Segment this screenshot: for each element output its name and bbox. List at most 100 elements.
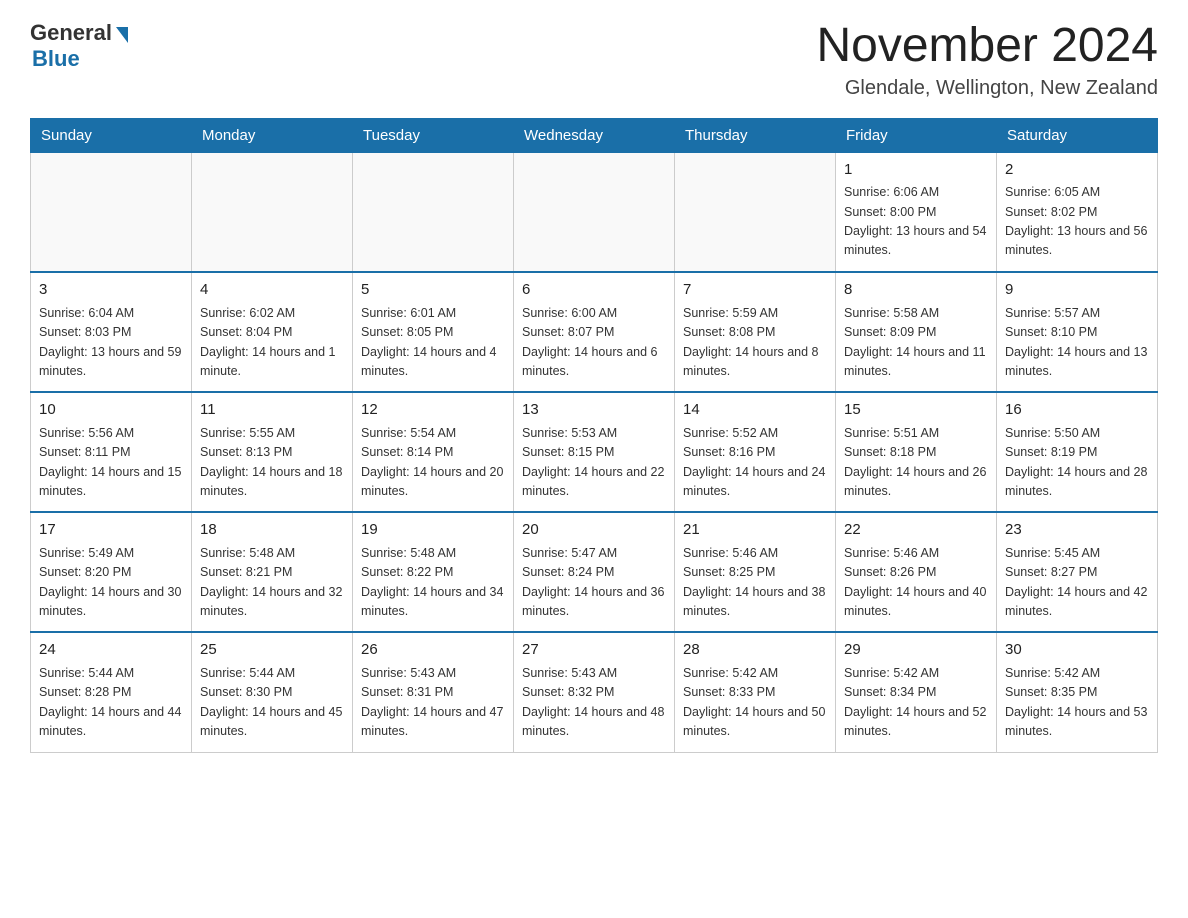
calendar-cell: 7Sunrise: 5:59 AMSunset: 8:08 PMDaylight… [675,272,836,392]
day-info: Sunrise: 5:54 AMSunset: 8:14 PMDaylight:… [361,424,505,502]
day-info: Sunrise: 5:46 AMSunset: 8:26 PMDaylight:… [844,544,988,622]
day-info: Sunrise: 5:50 AMSunset: 8:19 PMDaylight:… [1005,424,1149,502]
day-number: 7 [683,279,827,302]
day-info: Sunrise: 6:06 AMSunset: 8:00 PMDaylight:… [844,183,988,261]
calendar-cell: 5Sunrise: 6:01 AMSunset: 8:05 PMDaylight… [353,272,514,392]
logo: General Blue [30,20,128,72]
calendar-cell: 23Sunrise: 5:45 AMSunset: 8:27 PMDayligh… [997,512,1158,632]
calendar-header-wednesday: Wednesday [514,118,675,152]
day-info: Sunrise: 5:43 AMSunset: 8:31 PMDaylight:… [361,664,505,742]
day-info: Sunrise: 5:43 AMSunset: 8:32 PMDaylight:… [522,664,666,742]
day-number: 26 [361,639,505,662]
day-info: Sunrise: 5:53 AMSunset: 8:15 PMDaylight:… [522,424,666,502]
calendar-cell: 15Sunrise: 5:51 AMSunset: 8:18 PMDayligh… [836,392,997,512]
day-info: Sunrise: 5:44 AMSunset: 8:30 PMDaylight:… [200,664,344,742]
day-info: Sunrise: 6:05 AMSunset: 8:02 PMDaylight:… [1005,183,1149,261]
day-info: Sunrise: 6:04 AMSunset: 8:03 PMDaylight:… [39,304,183,382]
month-title: November 2024 [816,20,1158,73]
calendar-cell: 13Sunrise: 5:53 AMSunset: 8:15 PMDayligh… [514,392,675,512]
calendar-cell: 29Sunrise: 5:42 AMSunset: 8:34 PMDayligh… [836,632,997,752]
calendar-header-monday: Monday [192,118,353,152]
calendar-cell [353,152,514,272]
calendar-cell: 17Sunrise: 5:49 AMSunset: 8:20 PMDayligh… [31,512,192,632]
day-number: 14 [683,399,827,422]
calendar-table: SundayMondayTuesdayWednesdayThursdayFrid… [30,118,1158,753]
calendar-cell: 14Sunrise: 5:52 AMSunset: 8:16 PMDayligh… [675,392,836,512]
calendar-week-row: 24Sunrise: 5:44 AMSunset: 8:28 PMDayligh… [31,632,1158,752]
day-number: 20 [522,519,666,542]
calendar-cell: 3Sunrise: 6:04 AMSunset: 8:03 PMDaylight… [31,272,192,392]
day-info: Sunrise: 5:42 AMSunset: 8:34 PMDaylight:… [844,664,988,742]
day-number: 30 [1005,639,1149,662]
calendar-cell: 21Sunrise: 5:46 AMSunset: 8:25 PMDayligh… [675,512,836,632]
day-number: 6 [522,279,666,302]
day-info: Sunrise: 5:49 AMSunset: 8:20 PMDaylight:… [39,544,183,622]
calendar-cell: 2Sunrise: 6:05 AMSunset: 8:02 PMDaylight… [997,152,1158,272]
calendar-cell: 25Sunrise: 5:44 AMSunset: 8:30 PMDayligh… [192,632,353,752]
day-info: Sunrise: 5:48 AMSunset: 8:21 PMDaylight:… [200,544,344,622]
day-number: 12 [361,399,505,422]
day-number: 16 [1005,399,1149,422]
day-info: Sunrise: 5:51 AMSunset: 8:18 PMDaylight:… [844,424,988,502]
logo-arrow-icon [116,27,128,43]
day-number: 9 [1005,279,1149,302]
day-number: 18 [200,519,344,542]
day-number: 22 [844,519,988,542]
day-number: 1 [844,159,988,182]
day-number: 23 [1005,519,1149,542]
day-info: Sunrise: 5:52 AMSunset: 8:16 PMDaylight:… [683,424,827,502]
calendar-cell [31,152,192,272]
day-info: Sunrise: 5:59 AMSunset: 8:08 PMDaylight:… [683,304,827,382]
calendar-cell: 22Sunrise: 5:46 AMSunset: 8:26 PMDayligh… [836,512,997,632]
day-info: Sunrise: 5:46 AMSunset: 8:25 PMDaylight:… [683,544,827,622]
calendar-cell [514,152,675,272]
title-block: November 2024 Glendale, Wellington, New … [816,20,1158,100]
day-number: 27 [522,639,666,662]
calendar-cell [675,152,836,272]
calendar-header-thursday: Thursday [675,118,836,152]
calendar-cell: 20Sunrise: 5:47 AMSunset: 8:24 PMDayligh… [514,512,675,632]
day-info: Sunrise: 6:02 AMSunset: 8:04 PMDaylight:… [200,304,344,382]
calendar-cell: 11Sunrise: 5:55 AMSunset: 8:13 PMDayligh… [192,392,353,512]
location-subtitle: Glendale, Wellington, New Zealand [816,77,1158,100]
calendar-header-tuesday: Tuesday [353,118,514,152]
day-number: 24 [39,639,183,662]
day-number: 13 [522,399,666,422]
calendar-cell: 6Sunrise: 6:00 AMSunset: 8:07 PMDaylight… [514,272,675,392]
day-number: 4 [200,279,344,302]
day-info: Sunrise: 5:45 AMSunset: 8:27 PMDaylight:… [1005,544,1149,622]
day-info: Sunrise: 5:48 AMSunset: 8:22 PMDaylight:… [361,544,505,622]
logo-blue-text: Blue [32,46,80,72]
day-info: Sunrise: 5:55 AMSunset: 8:13 PMDaylight:… [200,424,344,502]
calendar-header-row: SundayMondayTuesdayWednesdayThursdayFrid… [31,118,1158,152]
day-number: 17 [39,519,183,542]
day-number: 29 [844,639,988,662]
calendar-week-row: 17Sunrise: 5:49 AMSunset: 8:20 PMDayligh… [31,512,1158,632]
calendar-cell: 9Sunrise: 5:57 AMSunset: 8:10 PMDaylight… [997,272,1158,392]
day-info: Sunrise: 5:58 AMSunset: 8:09 PMDaylight:… [844,304,988,382]
calendar-week-row: 10Sunrise: 5:56 AMSunset: 8:11 PMDayligh… [31,392,1158,512]
calendar-cell: 30Sunrise: 5:42 AMSunset: 8:35 PMDayligh… [997,632,1158,752]
logo-general-text: General [30,20,112,46]
day-number: 3 [39,279,183,302]
day-number: 28 [683,639,827,662]
day-number: 11 [200,399,344,422]
page-header: General Blue November 2024 Glendale, Wel… [30,20,1158,100]
calendar-cell: 10Sunrise: 5:56 AMSunset: 8:11 PMDayligh… [31,392,192,512]
day-number: 5 [361,279,505,302]
calendar-header-sunday: Sunday [31,118,192,152]
calendar-cell: 26Sunrise: 5:43 AMSunset: 8:31 PMDayligh… [353,632,514,752]
day-info: Sunrise: 5:42 AMSunset: 8:33 PMDaylight:… [683,664,827,742]
calendar-cell: 18Sunrise: 5:48 AMSunset: 8:21 PMDayligh… [192,512,353,632]
day-info: Sunrise: 5:56 AMSunset: 8:11 PMDaylight:… [39,424,183,502]
day-info: Sunrise: 6:01 AMSunset: 8:05 PMDaylight:… [361,304,505,382]
calendar-cell: 12Sunrise: 5:54 AMSunset: 8:14 PMDayligh… [353,392,514,512]
day-number: 10 [39,399,183,422]
calendar-cell [192,152,353,272]
calendar-week-row: 3Sunrise: 6:04 AMSunset: 8:03 PMDaylight… [31,272,1158,392]
calendar-header-saturday: Saturday [997,118,1158,152]
day-number: 21 [683,519,827,542]
calendar-header-friday: Friday [836,118,997,152]
day-number: 25 [200,639,344,662]
calendar-cell: 4Sunrise: 6:02 AMSunset: 8:04 PMDaylight… [192,272,353,392]
